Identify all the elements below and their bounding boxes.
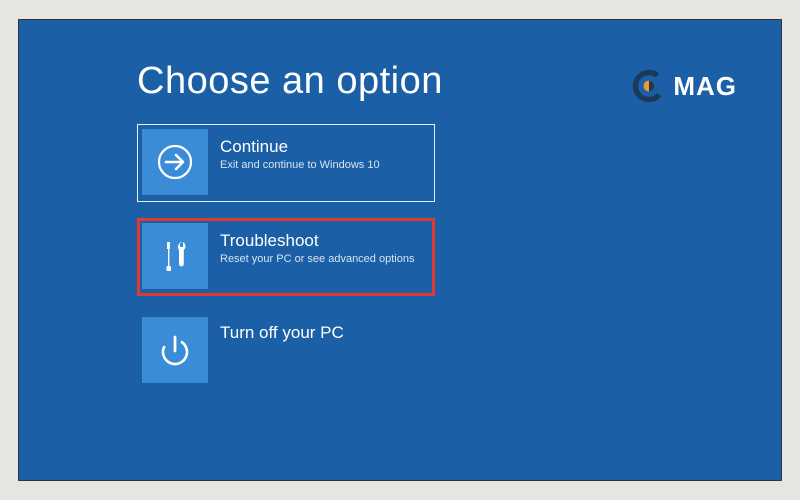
option-label: Troubleshoot xyxy=(220,231,414,251)
power-icon xyxy=(142,317,208,383)
option-list: Continue Exit and continue to Windows 10… xyxy=(137,124,437,406)
option-turn-off[interactable]: Turn off your PC xyxy=(137,312,435,390)
recovery-screen: Choose an option Continue Exit and conti… xyxy=(18,19,782,481)
option-text: Troubleshoot Reset your PC or see advanc… xyxy=(208,223,422,271)
option-text: Turn off your PC xyxy=(208,317,352,349)
option-label: Continue xyxy=(220,137,380,157)
arrow-right-icon xyxy=(142,129,208,195)
option-label: Turn off your PC xyxy=(220,323,344,343)
brand-logo-text: MAG xyxy=(673,71,737,102)
option-troubleshoot[interactable]: Troubleshoot Reset your PC or see advanc… xyxy=(137,218,435,296)
brand-logo: MAG xyxy=(631,68,737,104)
option-desc: Reset your PC or see advanced options xyxy=(220,253,414,267)
option-continue[interactable]: Continue Exit and continue to Windows 10 xyxy=(137,124,435,202)
page-title: Choose an option xyxy=(137,60,443,103)
option-text: Continue Exit and continue to Windows 10 xyxy=(208,129,388,177)
pcmag-logo-icon xyxy=(631,68,667,104)
option-desc: Exit and continue to Windows 10 xyxy=(220,159,380,173)
tools-icon xyxy=(142,223,208,289)
